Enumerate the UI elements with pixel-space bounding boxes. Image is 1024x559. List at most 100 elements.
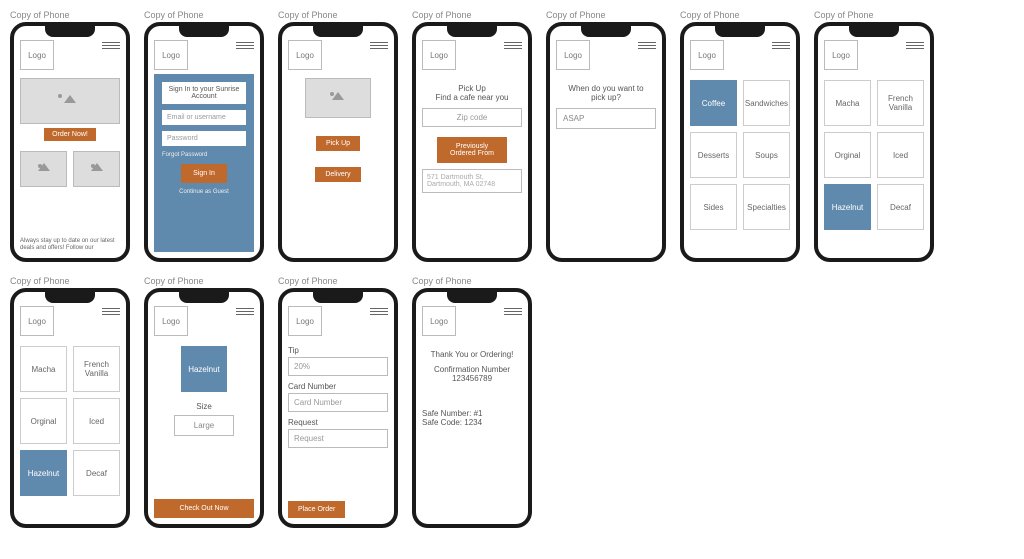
logo-box: Logo	[154, 306, 188, 336]
flavor-hazelnut[interactable]: Hazelnut	[20, 450, 67, 496]
place-order-button[interactable]: Place Order	[288, 501, 345, 518]
frame-title: Copy of Phone	[412, 10, 532, 20]
delivery-button[interactable]: Delivery	[315, 167, 360, 182]
flavor-orginal[interactable]: Orginal	[20, 398, 67, 444]
password-field[interactable]: Password	[162, 131, 246, 146]
category-sandwiches[interactable]: Sandwiches	[743, 80, 790, 126]
hamburger-icon[interactable]	[102, 42, 120, 49]
order-now-button[interactable]: Order Now!	[44, 128, 96, 141]
phone-frame-flavors-2: Logo Macha French Vanilla Orginal Iced H…	[10, 288, 130, 528]
confirmation-number: 123456789	[422, 374, 522, 383]
footer-text: Always stay up to date on our latest dea…	[20, 238, 120, 252]
hamburger-icon[interactable]	[370, 308, 388, 315]
logo-box: Logo	[556, 40, 590, 70]
category-desserts[interactable]: Desserts	[690, 132, 737, 178]
signin-title: Sign In to your Sunrise Account	[162, 82, 246, 104]
hamburger-icon[interactable]	[236, 42, 254, 49]
hamburger-icon[interactable]	[102, 308, 120, 315]
flavor-french-vanilla[interactable]: French Vanilla	[73, 346, 120, 392]
phone-frame-payment: Logo Tip 20% Card Number Card Number Req…	[278, 288, 398, 528]
phone-notch	[849, 25, 899, 37]
asap-option[interactable]: ASAP	[556, 108, 656, 129]
phone-frame-flavors: Logo Macha French Vanilla Orginal Iced H…	[814, 22, 934, 262]
frame-title: Copy of Phone	[144, 10, 264, 20]
phone-frame-categories: Logo Coffee Sandwiches Desserts Soups Si…	[680, 22, 800, 262]
phone-frame-mode: Logo Pick Up Delivery	[278, 22, 398, 262]
category-coffee[interactable]: Coffee	[690, 80, 737, 126]
hamburger-icon[interactable]	[906, 42, 924, 49]
safe-code-text: Safe Code: 1234	[422, 418, 522, 427]
promo-image-placeholder	[20, 151, 67, 187]
logo-box: Logo	[422, 40, 456, 70]
hamburger-icon[interactable]	[370, 42, 388, 49]
phone-notch	[447, 291, 497, 303]
zip-input[interactable]: Zip code	[422, 108, 522, 127]
flavor-decaf[interactable]: Decaf	[73, 450, 120, 496]
flavor-iced[interactable]: Iced	[877, 132, 924, 178]
tip-label: Tip	[288, 346, 388, 355]
flavor-decaf[interactable]: Decaf	[877, 184, 924, 230]
frame-title: Copy of Phone	[10, 276, 130, 286]
frame-title: Copy of Phone	[144, 276, 264, 286]
request-label: Request	[288, 418, 388, 427]
when-heading: When do you want to pick up?	[556, 84, 656, 102]
logo-box: Logo	[154, 40, 188, 70]
email-field[interactable]: Email or username	[162, 110, 246, 125]
hamburger-icon[interactable]	[504, 308, 522, 315]
safe-number-text: Safe Number: #1	[422, 409, 522, 418]
category-soups[interactable]: Soups	[743, 132, 790, 178]
logo-box: Logo	[288, 306, 322, 336]
frame-title: Copy of Phone	[278, 10, 398, 20]
continue-guest-link[interactable]: Continue as Guest	[162, 189, 246, 195]
hamburger-icon[interactable]	[638, 42, 656, 49]
frame-title: Copy of Phone	[546, 10, 666, 20]
category-specialties[interactable]: Specialties	[743, 184, 790, 230]
flavor-french-vanilla[interactable]: French Vanilla	[877, 80, 924, 126]
frame-title: Copy of Phone	[412, 276, 532, 286]
phone-notch	[313, 25, 363, 37]
flavor-macha[interactable]: Macha	[824, 80, 871, 126]
phone-frame-findcafe: Logo Pick Up Find a cafe near you Zip co…	[412, 22, 532, 262]
signin-button[interactable]: Sign In	[181, 164, 227, 183]
phone-notch	[715, 25, 765, 37]
category-sides[interactable]: Sides	[690, 184, 737, 230]
phone-frame-home: Logo Order Now! Always stay up to date o…	[10, 22, 130, 262]
flavor-iced[interactable]: Iced	[73, 398, 120, 444]
address-display[interactable]: 571 Dartmouth St, Dartmouth, MA 02748	[422, 169, 522, 193]
logo-box: Logo	[288, 40, 322, 70]
hamburger-icon[interactable]	[236, 308, 254, 315]
frame-title: Copy of Phone	[278, 276, 398, 286]
phone-frame-checkout: Logo Hazelnut Size Large Check Out Now	[144, 288, 264, 528]
phone-notch	[45, 291, 95, 303]
size-select[interactable]: Large	[174, 415, 234, 436]
frame-title: Copy of Phone	[10, 10, 130, 20]
phone-notch	[447, 25, 497, 37]
size-label: Size	[154, 402, 254, 411]
pickup-button[interactable]: Pick Up	[316, 136, 360, 151]
phone-notch	[179, 25, 229, 37]
request-input[interactable]: Request	[288, 429, 388, 448]
findcafe-heading: Find a cafe near you	[422, 93, 522, 102]
logo-box: Logo	[20, 40, 54, 70]
signin-panel: Sign In to your Sunrise Account Email or…	[154, 74, 254, 252]
forgot-password-link[interactable]: Forgot Password	[162, 152, 246, 158]
phone-notch	[179, 291, 229, 303]
card-label: Card Number	[288, 382, 388, 391]
phone-notch	[45, 25, 95, 37]
tip-input[interactable]: 20%	[288, 357, 388, 376]
pickup-heading: Pick Up	[422, 84, 522, 93]
checkout-button[interactable]: Check Out Now	[154, 499, 254, 518]
selected-item-tile: Hazelnut	[181, 346, 227, 392]
mode-image-placeholder	[305, 78, 371, 118]
flavor-hazelnut[interactable]: Hazelnut	[824, 184, 871, 230]
hamburger-icon[interactable]	[772, 42, 790, 49]
hamburger-icon[interactable]	[504, 42, 522, 49]
card-input[interactable]: Card Number	[288, 393, 388, 412]
frame-title: Copy of Phone	[680, 10, 800, 20]
logo-box: Logo	[690, 40, 724, 70]
flavor-orginal[interactable]: Orginal	[824, 132, 871, 178]
previous-order-button[interactable]: Previously Ordered From	[437, 137, 507, 163]
thank-you-text: Thank You or Ordering!	[422, 350, 522, 359]
promo-image-placeholder	[73, 151, 120, 187]
flavor-macha[interactable]: Macha	[20, 346, 67, 392]
